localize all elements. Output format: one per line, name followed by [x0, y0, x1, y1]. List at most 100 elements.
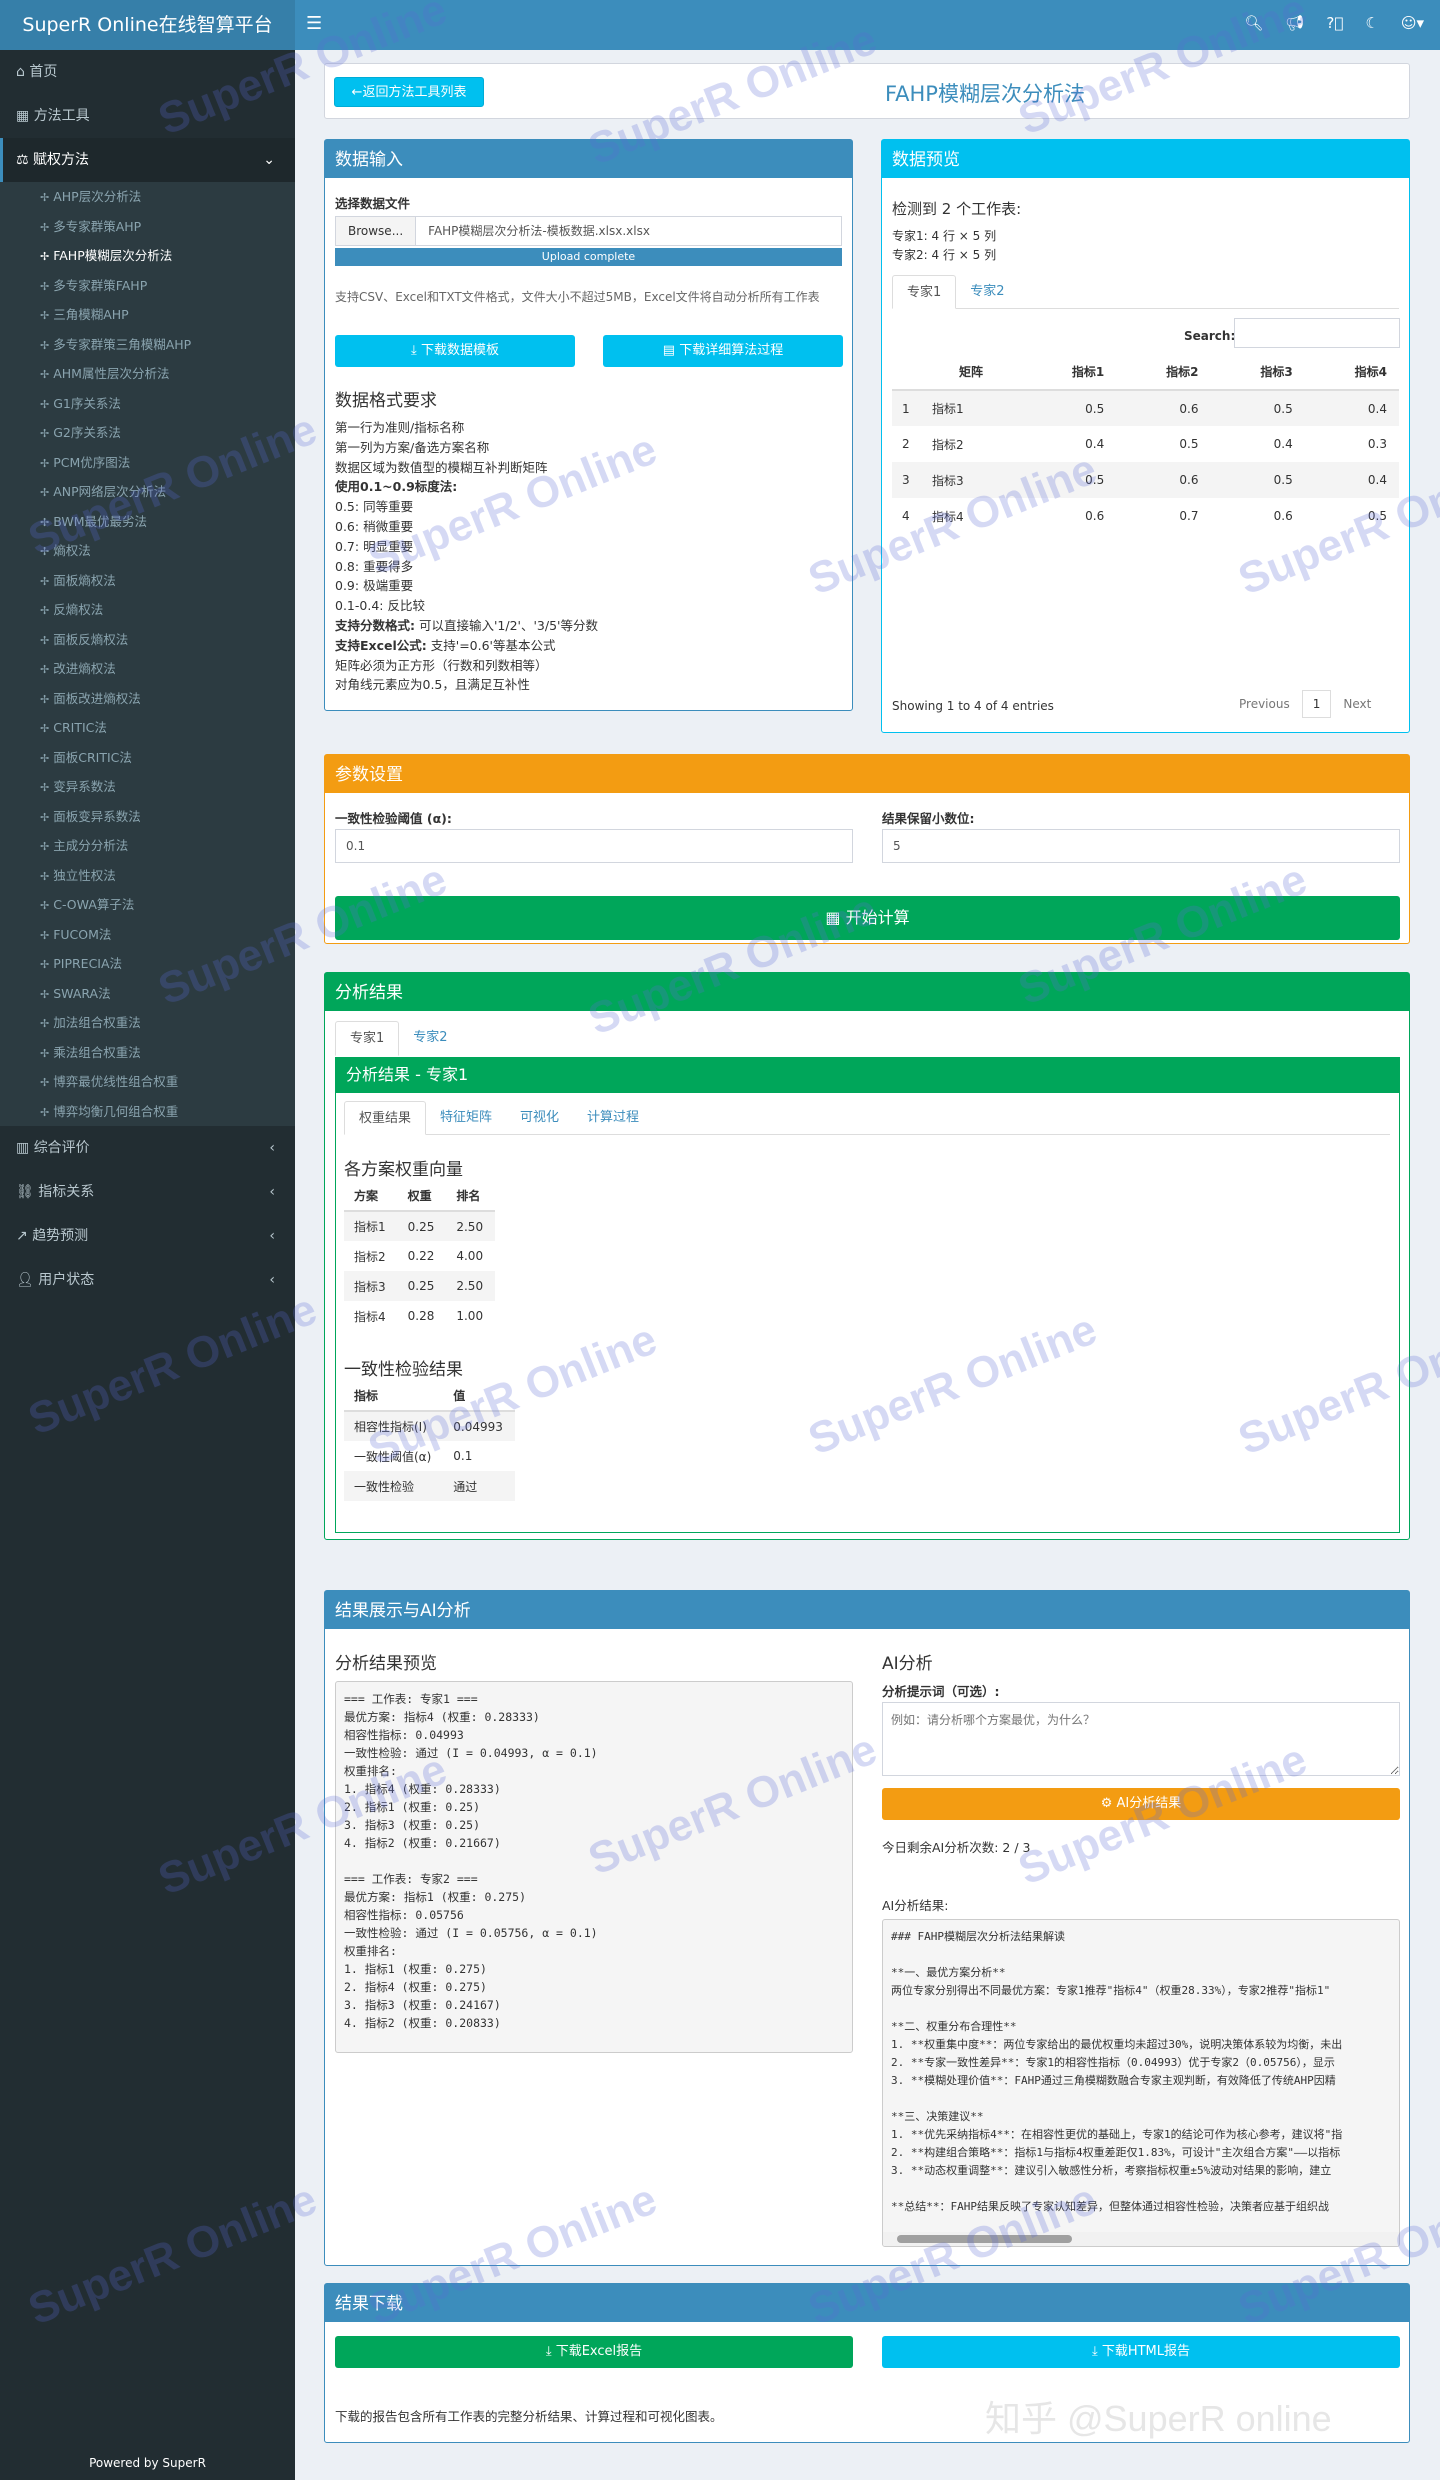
- col-header[interactable]: 矩阵: [922, 354, 1022, 391]
- move-icon: ✢: [40, 427, 50, 440]
- file-input[interactable]: Browse... FAHP模糊层次分析法-模板数据.xlsx.xlsx: [335, 216, 842, 246]
- move-icon: ✢: [40, 781, 50, 794]
- sidebar-subitem[interactable]: ✢ 多专家群策三角模糊AHP: [0, 330, 295, 360]
- sidebar-item-tools[interactable]: ▦ 方法工具: [0, 94, 295, 138]
- tab-expert2[interactable]: 专家2: [399, 1021, 461, 1055]
- sidebar-item-relation[interactable]: ⛓ 指标关系 ‹: [0, 1170, 295, 1214]
- results-tabs: 专家1 专家2: [335, 1021, 1400, 1056]
- balance-icon: ⚖: [16, 152, 29, 168]
- sidebar-subitem[interactable]: ✢ 主成分分析法: [0, 831, 295, 861]
- tab-process[interactable]: 计算过程: [573, 1101, 653, 1134]
- sidebar-subitem[interactable]: ✢ 面板CRITIC法: [0, 743, 295, 773]
- sidebar-subitem[interactable]: ✢ 多专家群策FAHP: [0, 271, 295, 301]
- browse-button[interactable]: Browse...: [336, 217, 417, 245]
- sidebar-subitem[interactable]: ✢ 加法组合权重法: [0, 1008, 295, 1038]
- move-icon: ✢: [40, 899, 50, 912]
- tab-weights[interactable]: 权重结果: [344, 1101, 427, 1135]
- ai-result-text[interactable]: ### FAHP模糊层次分析法结果解读 **一、最优方案分析** 两位专家分别得…: [882, 1919, 1400, 2247]
- sidebar-subitem[interactable]: ✢ 独立性权法: [0, 861, 295, 891]
- sidebar-subitem[interactable]: ✢ 面板变异系数法: [0, 802, 295, 832]
- tab-expert1[interactable]: 专家1: [335, 1021, 400, 1056]
- app-logo[interactable]: SuperR Online在线智算平台: [0, 0, 295, 50]
- sheets-detected: 检测到 2 个工作表:: [892, 200, 1022, 218]
- sidebar-subitem[interactable]: ✢ 改进熵权法: [0, 654, 295, 684]
- search-icon[interactable]: 🔍︎: [1244, 14, 1263, 32]
- sidebar-subitem[interactable]: ✢ AHM属性层次分析法: [0, 359, 295, 389]
- download-excel-button[interactable]: ⤓ 下载Excel报告: [335, 2336, 853, 2368]
- tab-matrix[interactable]: 特征矩阵: [426, 1101, 506, 1134]
- sidebar-subitem[interactable]: ✢ 博弈均衡几何组合权重: [0, 1097, 295, 1127]
- sidebar-item-weighting[interactable]: ⚖ 赋权方法 ⌄: [0, 138, 295, 182]
- sidebar-subitem[interactable]: ✢ 反熵权法: [0, 595, 295, 625]
- decimals-input[interactable]: 5: [882, 829, 1400, 863]
- sidebar-subitem[interactable]: ✢ 多专家群策AHP: [0, 212, 295, 242]
- sidebar-item-user[interactable]: 👤︎ 用户状态 ‹: [0, 1258, 295, 1302]
- download-note: 下载的报告包含所有工作表的完整分析结果、计算过程和可视化图表。: [335, 2409, 723, 2424]
- results-box: 分析结果 专家1 专家2 分析结果 - 专家1 权重结果 特征矩阵 可视化 计算…: [324, 972, 1410, 1540]
- download-template-button[interactable]: ⤓ 下载数据模板: [335, 335, 575, 367]
- sidebar-subitem[interactable]: ✢ 面板改进熵权法: [0, 684, 295, 714]
- table-search-input[interactable]: [1234, 318, 1400, 348]
- col-header[interactable]: 指标4: [1304, 354, 1399, 391]
- sidebar-subitem[interactable]: ✢ CRITIC法: [0, 713, 295, 743]
- sidebar-subitem[interactable]: ✢ AHP层次分析法: [0, 182, 295, 212]
- col-header[interactable]: 指标1: [1022, 354, 1117, 391]
- sidebar-subitem[interactable]: ✢ 变异系数法: [0, 772, 295, 802]
- tab-expert2[interactable]: 专家2: [956, 275, 1018, 308]
- chart-icon: ▥: [16, 1140, 30, 1156]
- sidebar-subitem[interactable]: ✢ ANP网络层次分析法: [0, 477, 295, 507]
- col-header[interactable]: [892, 354, 922, 391]
- start-calc-button[interactable]: ▦ 开始计算: [335, 896, 1400, 940]
- sidebar-item-evaluation[interactable]: ▥ 综合评价 ‹: [0, 1126, 295, 1170]
- sidebar-subitem[interactable]: ✢ 面板反熵权法: [0, 625, 295, 655]
- announcement-icon[interactable]: 📢︎: [1285, 14, 1304, 32]
- prev-page-button[interactable]: Previous: [1227, 697, 1302, 711]
- tab-visual[interactable]: 可视化: [506, 1101, 573, 1134]
- sidebar-subitem[interactable]: ✢ 面板熵权法: [0, 566, 295, 596]
- col-header[interactable]: 指标3: [1210, 354, 1305, 391]
- sidebar-subitem[interactable]: ✢ 乘法组合权重法: [0, 1038, 295, 1068]
- grid-icon: ▦: [16, 108, 30, 124]
- dark-mode-icon[interactable]: ☾: [1365, 14, 1378, 32]
- page-1-button[interactable]: 1: [1301, 690, 1332, 718]
- sidebar-subitem[interactable]: ✢ BWM最优最劣法: [0, 507, 295, 537]
- table-row: 2 指标2 0.4 0.5 0.4 0.3: [902, 437, 1387, 452]
- book-icon: ▤: [662, 343, 680, 358]
- prompt-label: 分析提示词（可选）:: [882, 1684, 1000, 1699]
- expert1-result-title: 分析结果 - 专家1: [336, 1057, 1399, 1093]
- tab-expert1[interactable]: 专家1: [892, 275, 957, 309]
- sidebar-item-home[interactable]: ⌂ 首页: [0, 50, 295, 94]
- sidebar-subitem[interactable]: ✢ PCM优序图法: [0, 448, 295, 478]
- ai-title: AI分析: [882, 1654, 933, 1674]
- user-icon: 👤︎: [16, 1272, 34, 1288]
- sidebar-item-forecast[interactable]: ↗ 趋势预测 ‹: [0, 1214, 295, 1258]
- sidebar-subitem[interactable]: ✢ G1序关系法: [0, 389, 295, 419]
- next-page-button[interactable]: Next: [1331, 697, 1383, 711]
- ai-remaining: 今日剩余AI分析次数: 2 / 3: [882, 1840, 1031, 1855]
- download-icon: ⤓: [1091, 2344, 1102, 2359]
- prompt-textarea[interactable]: [882, 1702, 1400, 1776]
- user-menu-icon[interactable]: ☺▾: [1401, 14, 1424, 32]
- scrollbar-thumb[interactable]: [897, 2235, 1072, 2243]
- threshold-input[interactable]: 0.1: [335, 829, 853, 863]
- sidebar-subitem[interactable]: ✢ 三角模糊AHP: [0, 300, 295, 330]
- sidebar-subitem[interactable]: ✢ C-OWA算子法: [0, 890, 295, 920]
- help-icon[interactable]: ?⃝: [1326, 14, 1343, 32]
- sidebar-subitem[interactable]: ✢ FUCOM法: [0, 920, 295, 950]
- data-preview-title: 数据预览: [882, 142, 1409, 178]
- back-button[interactable]: ←返回方法工具列表: [334, 77, 484, 107]
- table-row: 指标4 0.28 1.00: [354, 1309, 484, 1324]
- sidebar-subitem[interactable]: ✢ PIPRECIA法: [0, 949, 295, 979]
- sidebar-subitem[interactable]: ✢ 熵权法: [0, 536, 295, 566]
- expert1-result-panel: 分析结果 - 专家1 权重结果 特征矩阵 可视化 计算过程 各方案权重向量 方案…: [335, 1057, 1400, 1533]
- sidebar-subitem[interactable]: ✢ G2序关系法: [0, 418, 295, 448]
- sidebar-subitem[interactable]: ✢ 博弈最优线性组合权重: [0, 1067, 295, 1097]
- sidebar-subitem[interactable]: ✢ FAHP模糊层次分析法: [0, 241, 295, 271]
- col-header[interactable]: 指标2: [1116, 354, 1211, 391]
- horizontal-scrollbar[interactable]: [883, 2232, 1399, 2246]
- sidebar-subitem[interactable]: ✢ SWARA法: [0, 979, 295, 1009]
- ai-analyze-button[interactable]: ⚙ AI分析结果: [882, 1788, 1400, 1820]
- download-html-button[interactable]: ⤓ 下载HTML报告: [882, 2336, 1400, 2368]
- download-detail-button[interactable]: ▤ 下载详细算法过程: [603, 335, 843, 367]
- menu-toggle-icon[interactable]: ☰: [306, 13, 322, 34]
